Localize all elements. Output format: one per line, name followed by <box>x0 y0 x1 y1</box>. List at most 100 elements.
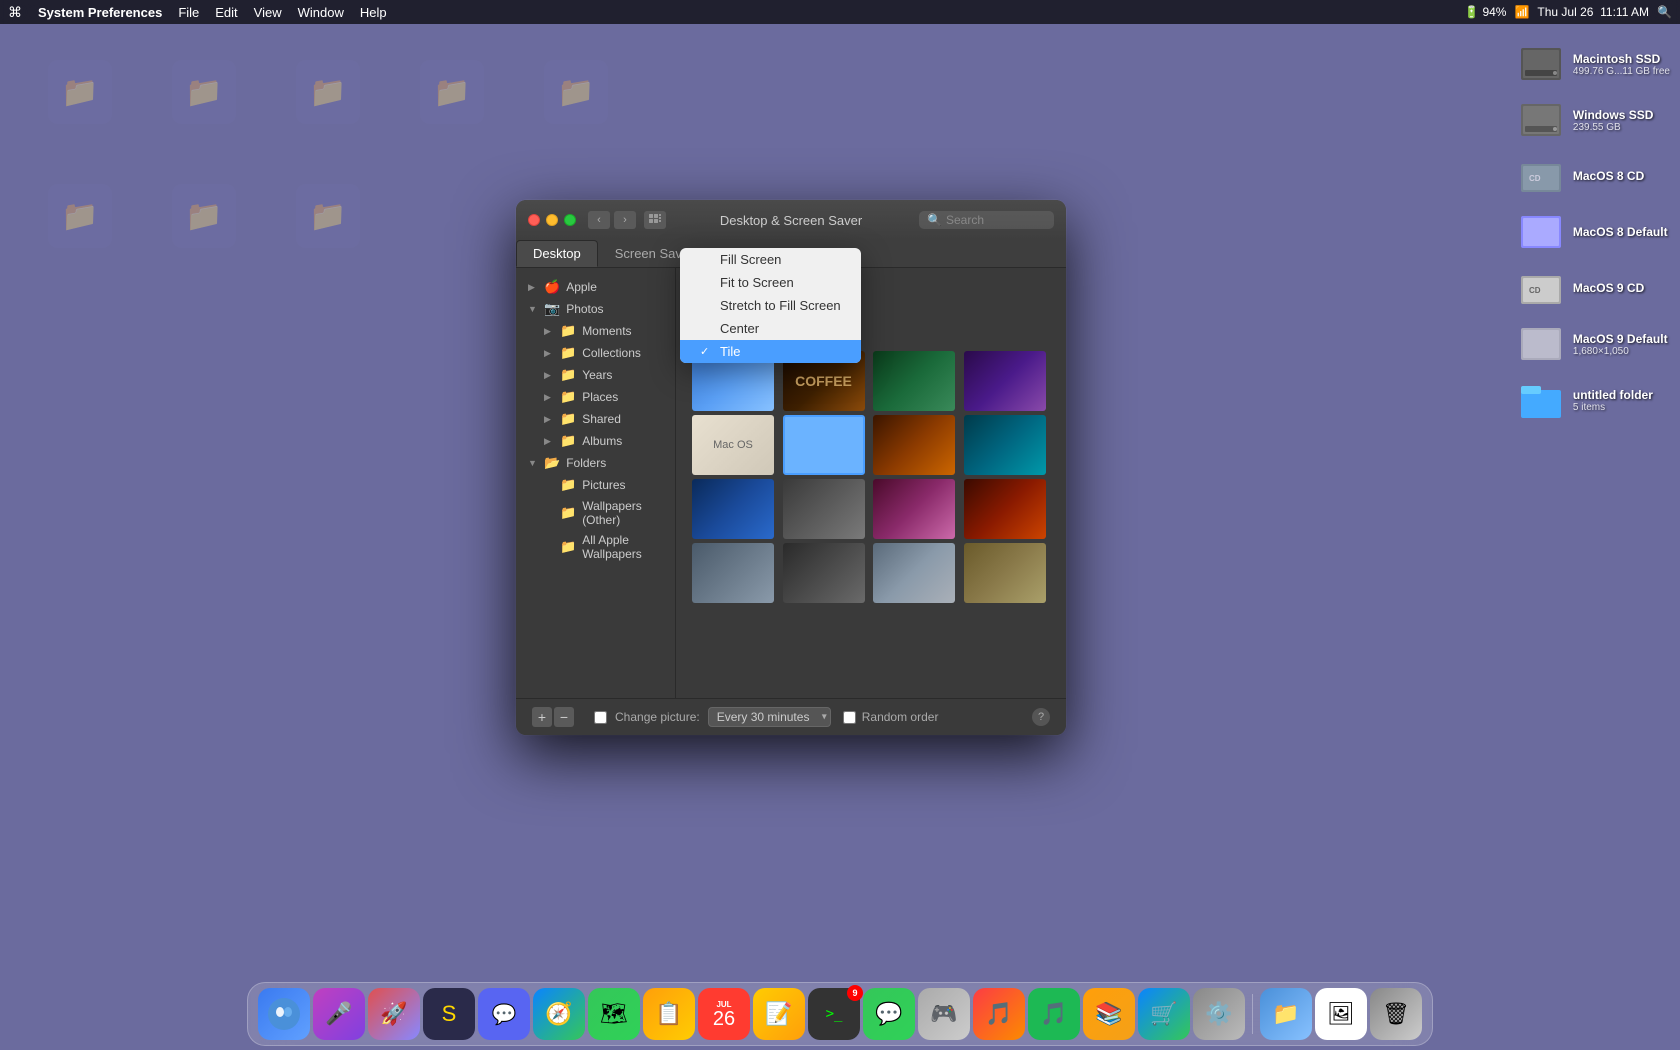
apple-icon: 🍎 <box>544 279 560 295</box>
sidebar-item-photos[interactable]: ▼ 📷 Photos <box>516 298 675 320</box>
sidebar-item-folders[interactable]: ▼ 📂 Folders <box>516 452 675 474</box>
wallpaper-thumb-8[interactable] <box>692 479 774 539</box>
apple-menu[interactable]: ⌘ <box>8 4 22 21</box>
wallpaper-thumb-7[interactable] <box>964 415 1046 475</box>
folder-blue-icon-pictures: 📁 <box>560 477 576 493</box>
chevron-down-icon-folders: ▼ <box>528 458 538 468</box>
window-menu[interactable]: Window <box>298 5 344 20</box>
app-name-menu[interactable]: System Preferences <box>38 5 162 20</box>
sidebar-item-all-apple[interactable]: 📁 All Apple Wallpapers <box>516 530 675 564</box>
dock-icon-books[interactable]: 📚 <box>1083 988 1135 1040</box>
remove-folder-button[interactable]: − <box>554 707 574 727</box>
file-menu[interactable]: File <box>178 5 199 20</box>
search-box[interactable]: 🔍 <box>919 211 1054 229</box>
wallpaper-thumb-6[interactable] <box>873 415 955 475</box>
wallpaper-thumb-15[interactable] <box>964 543 1046 603</box>
dock-icon-finder[interactable] <box>258 988 310 1040</box>
sidebar-item-pictures[interactable]: 📁 Pictures <box>516 474 675 496</box>
drive-untitled-folder[interactable]: untitled folder 5 items <box>1517 376 1670 424</box>
folder-icon-folders: 📂 <box>544 455 560 471</box>
sidebar-item-collections[interactable]: ▶ 📁 Collections <box>516 342 675 364</box>
forward-button[interactable]: › <box>614 211 636 229</box>
change-picture-select-wrapper[interactable]: Every 30 minutes Every hour Every day Ev… <box>708 707 831 727</box>
dock-icon-scrivener[interactable]: S <box>423 988 475 1040</box>
sidebar-item-shared[interactable]: ▶ 📁 Shared <box>516 408 675 430</box>
menubar-datetime[interactable]: Thu Jul 26 11:11 AM <box>1537 5 1649 19</box>
menubar-search[interactable]: 🔍 <box>1657 5 1672 19</box>
minimize-button[interactable] <box>546 214 558 226</box>
dropdown-fill-screen[interactable]: Fill Screen <box>680 248 861 271</box>
nav-buttons: ‹ › <box>588 211 666 229</box>
drive-windows-ssd[interactable]: Windows SSD 239.55 GB <box>1517 96 1670 144</box>
dock-icon-maps[interactable]: 🗺 <box>588 988 640 1040</box>
tab-desktop[interactable]: Desktop <box>516 240 598 267</box>
change-picture-checkbox[interactable] <box>594 711 607 724</box>
image-grid: COFFEE Mac OS <box>692 351 1050 603</box>
edit-menu[interactable]: Edit <box>215 5 237 20</box>
traffic-lights <box>528 214 576 226</box>
sidebar-item-moments[interactable]: ▶ 📁 Moments <box>516 320 675 342</box>
help-button[interactable]: ? <box>1032 708 1050 726</box>
help-menu[interactable]: Help <box>360 5 387 20</box>
drive-macos9-default[interactable]: MacOS 9 Default 1,680×1,050 <box>1517 320 1670 368</box>
menubar-wifi[interactable]: 📶 <box>1514 5 1529 19</box>
change-picture-select[interactable]: Every 30 minutes Every hour Every day Ev… <box>708 707 831 727</box>
wallpaper-thumb-13[interactable] <box>783 543 865 603</box>
drive-macos8-cd[interactable]: CD MacOS 8 CD <box>1517 152 1670 200</box>
drive-untitled-size: 5 items <box>1573 402 1653 413</box>
dock-icon-notefile[interactable]: 📋 <box>643 988 695 1040</box>
dropdown-center[interactable]: Center <box>680 317 861 340</box>
wallpaper-thumb-9[interactable] <box>783 479 865 539</box>
dock-icon-notes[interactable]: 📝 <box>753 988 805 1040</box>
dock-icon-appstore[interactable]: 🛒 <box>1138 988 1190 1040</box>
picture-fit-dropdown: Fill Screen Fit to Screen Stretch to Fil… <box>680 248 861 363</box>
search-input[interactable] <box>946 213 1046 227</box>
dock-icon-trash[interactable]: 🗑 <box>1370 988 1422 1040</box>
wallpaper-thumb-11[interactable] <box>964 479 1046 539</box>
drive-macos8-default[interactable]: MacOS 8 Default <box>1517 208 1670 256</box>
dock-icon-calendar[interactable]: JUL 26 <box>698 988 750 1040</box>
chevron-right-icon-moments: ▶ <box>544 326 554 337</box>
dock-icon-messages[interactable]: 💬 <box>863 988 915 1040</box>
wallpaper-thumb-2[interactable] <box>873 351 955 411</box>
view-menu[interactable]: View <box>254 5 282 20</box>
back-button[interactable]: ‹ <box>588 211 610 229</box>
menubar-battery[interactable]: 🔋 94% <box>1464 5 1506 19</box>
menubar: ⌘ System Preferences File Edit View Wind… <box>0 0 1680 24</box>
sidebar-item-albums[interactable]: ▶ 📁 Albums <box>516 430 675 452</box>
drive-macos9-cd[interactable]: CD MacOS 9 CD <box>1517 264 1670 312</box>
wallpaper-thumb-3[interactable] <box>964 351 1046 411</box>
drive-windows-name: Windows SSD <box>1573 108 1654 122</box>
wallpaper-thumb-4[interactable]: Mac OS <box>692 415 774 475</box>
grid-button[interactable] <box>644 211 666 229</box>
wallpaper-thumb-10[interactable] <box>873 479 955 539</box>
folder-blue-icon-wallpapers: 📁 <box>560 505 576 521</box>
dock-icon-sysprefs[interactable]: ⚙️ <box>1193 988 1245 1040</box>
folder-icon-places: 📁 <box>560 389 576 405</box>
wallpaper-thumb-5[interactable] <box>783 415 865 475</box>
dock-icon-photos[interactable]: 🖼 <box>1315 988 1367 1040</box>
wallpaper-thumb-12[interactable] <box>692 543 774 603</box>
add-folder-button[interactable]: + <box>532 707 552 727</box>
sidebar-item-places[interactable]: ▶ 📁 Places <box>516 386 675 408</box>
dock-icon-launchpad[interactable]: 🚀 <box>368 988 420 1040</box>
sidebar-item-wallpapers-other[interactable]: 📁 Wallpapers (Other) <box>516 496 675 530</box>
sidebar-item-apple[interactable]: ▶ 🍎 Apple <box>516 276 675 298</box>
dock-icon-siri[interactable]: 🎤 <box>313 988 365 1040</box>
dock-icon-safari[interactable]: 🧭 <box>533 988 585 1040</box>
dock-icon-terminal[interactable]: >_ 9 <box>808 988 860 1040</box>
drive-macintosh-ssd[interactable]: Macintosh SSD 499.76 G...11 GB free <box>1517 40 1670 88</box>
dock-icon-itunes[interactable]: 🎵 <box>973 988 1025 1040</box>
sidebar-item-years[interactable]: ▶ 📁 Years <box>516 364 675 386</box>
dropdown-fit-screen[interactable]: Fit to Screen <box>680 271 861 294</box>
close-button[interactable] <box>528 214 540 226</box>
dropdown-stretch[interactable]: Stretch to Fill Screen <box>680 294 861 317</box>
dock-icon-finder2[interactable]: 📁 <box>1260 988 1312 1040</box>
wallpaper-thumb-14[interactable] <box>873 543 955 603</box>
dock-icon-spotify[interactable]: 🎵 <box>1028 988 1080 1040</box>
dropdown-tile[interactable]: ✓ Tile <box>680 340 861 363</box>
random-order-checkbox[interactable] <box>843 711 856 724</box>
dock-icon-gamecenter[interactable]: 🎮 <box>918 988 970 1040</box>
dock-icon-discord[interactable]: 💬 <box>478 988 530 1040</box>
maximize-button[interactable] <box>564 214 576 226</box>
